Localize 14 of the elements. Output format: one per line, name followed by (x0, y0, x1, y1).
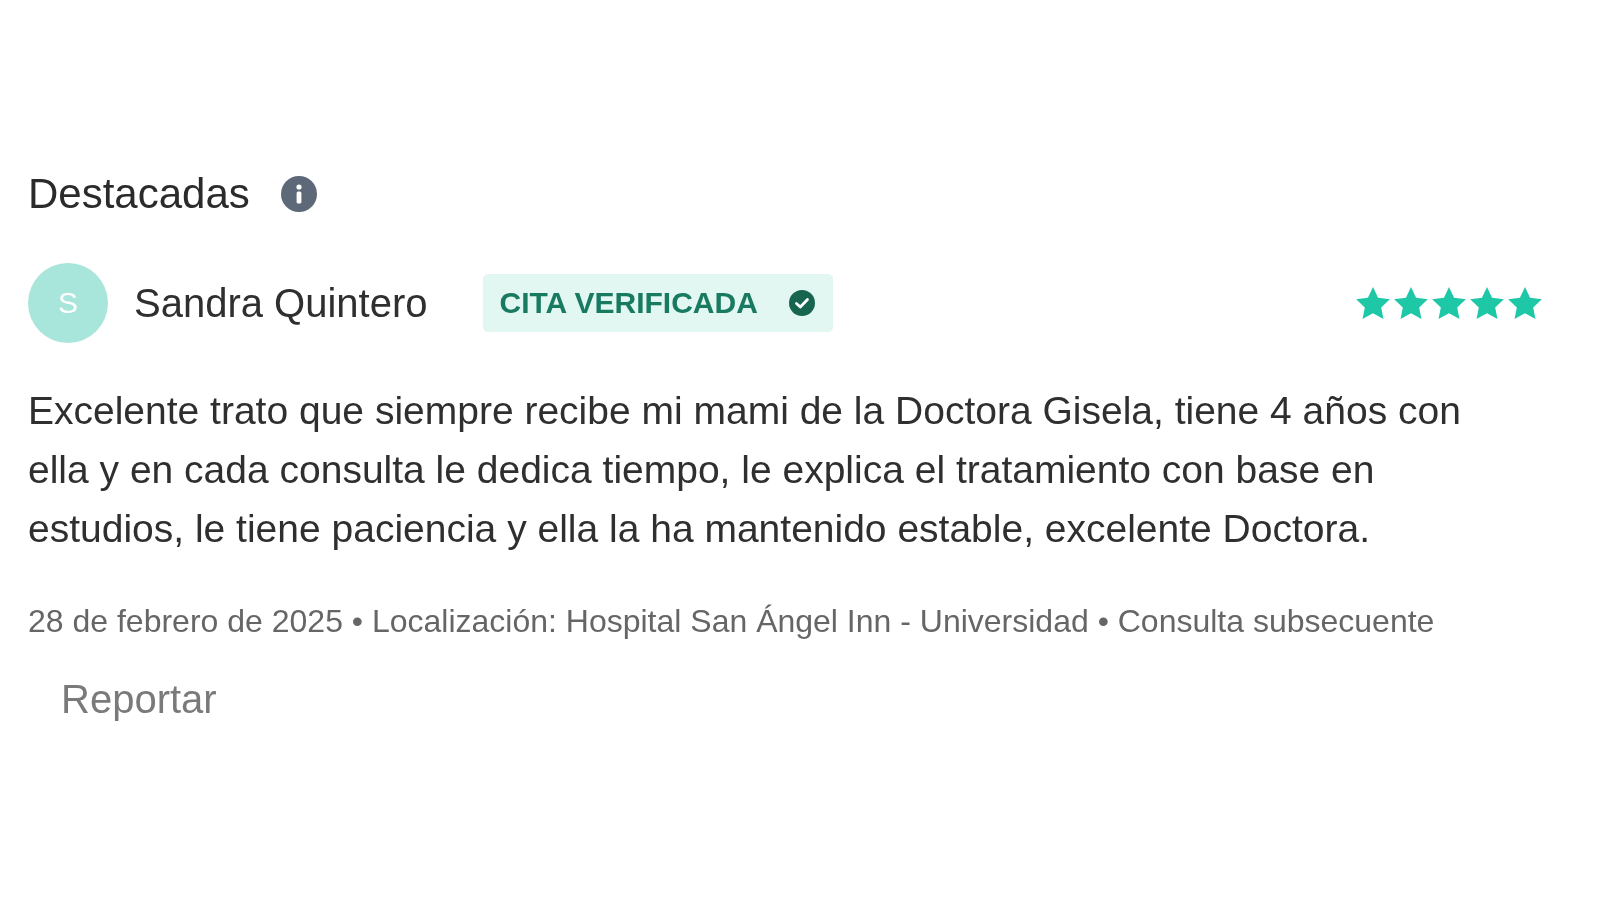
reviewer-name: Sandra Quintero (134, 280, 428, 327)
star-icon (1469, 285, 1505, 321)
star-icon (1431, 285, 1467, 321)
section-title: Destacadas (28, 170, 250, 218)
badge-label: CITA VERIFICADA (499, 288, 758, 318)
avatar: S (28, 263, 108, 343)
check-icon (788, 290, 815, 316)
star-icon (1355, 285, 1391, 321)
review-meta: 28 de febrero de 2025 • Localización: Hospital San Ángel Inn - Universidad • Consulta subsecuente (28, 602, 1436, 640)
review-text: Excelente trato que siempre recibe mi mami de la Doctora Gisela, tiene 4 años con ella y en cada consulta le dedica tiempo, le explica el tratamiento con base en estudios, le tiene paciencia y ella la ha mantenido estable, excelente Doctora. (28, 388, 1462, 552)
report-link[interactable]: Reportar (61, 676, 217, 722)
star-icon (1507, 285, 1543, 321)
star-icon (1393, 285, 1429, 321)
info-icon[interactable] (280, 176, 317, 212)
